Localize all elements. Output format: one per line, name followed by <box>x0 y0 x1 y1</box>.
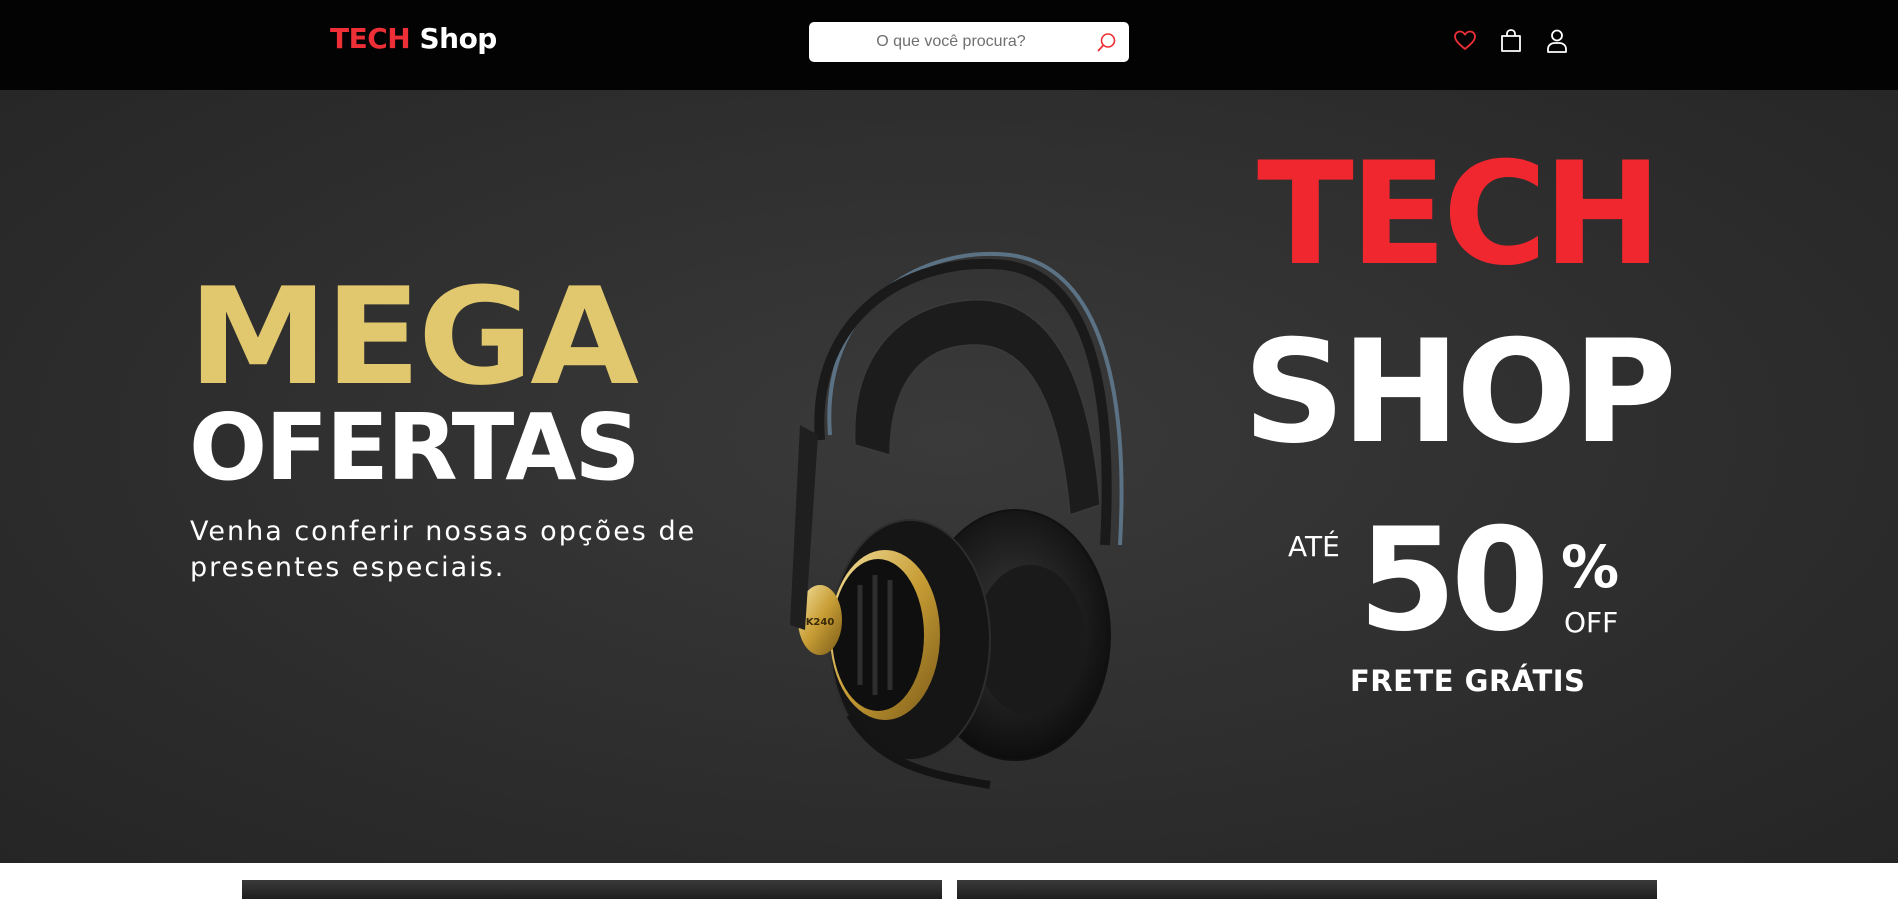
search-input[interactable] <box>821 22 1081 62</box>
heart-icon[interactable] <box>1453 28 1477 54</box>
headphones-image: K240 <box>790 252 1124 789</box>
user-icon[interactable] <box>1545 28 1569 54</box>
shopping-bag-icon[interactable] <box>1499 28 1523 54</box>
banner-shop-title: SHOP <box>1243 310 1677 475</box>
banner-discount-value: 50 <box>1358 498 1550 663</box>
banner-off-text: OFF <box>1564 606 1619 639</box>
category-card-2[interactable] <box>957 880 1657 899</box>
banner-ofertas-text: OFERTAS <box>189 394 641 501</box>
headphone-model-label: K240 <box>806 617 835 628</box>
banner-percent-sign: % <box>1561 533 1620 601</box>
logo-shop: Shop <box>419 22 497 55</box>
banner-free-shipping: FRETE GRÁTIS <box>1350 664 1586 698</box>
promo-banner[interactable]: MEGA OFERTAS Venha conferir nossas opçõe… <box>0 90 1898 863</box>
banner-tech-title: TECH <box>1257 132 1662 297</box>
banner-mega-text: MEGA <box>188 259 639 415</box>
banner-ate-text: ATÉ <box>1288 530 1340 563</box>
category-card-1[interactable] <box>242 880 942 899</box>
logo-tech: TECH <box>330 22 411 55</box>
top-header: TECH Shop <box>0 0 1898 90</box>
search-bar <box>809 22 1129 62</box>
header-actions <box>1453 28 1569 56</box>
site-logo[interactable]: TECH Shop <box>330 22 497 55</box>
banner-tagline: Venha conferir nossas opções de presente… <box>190 516 697 583</box>
search-icon[interactable] <box>1097 32 1117 52</box>
